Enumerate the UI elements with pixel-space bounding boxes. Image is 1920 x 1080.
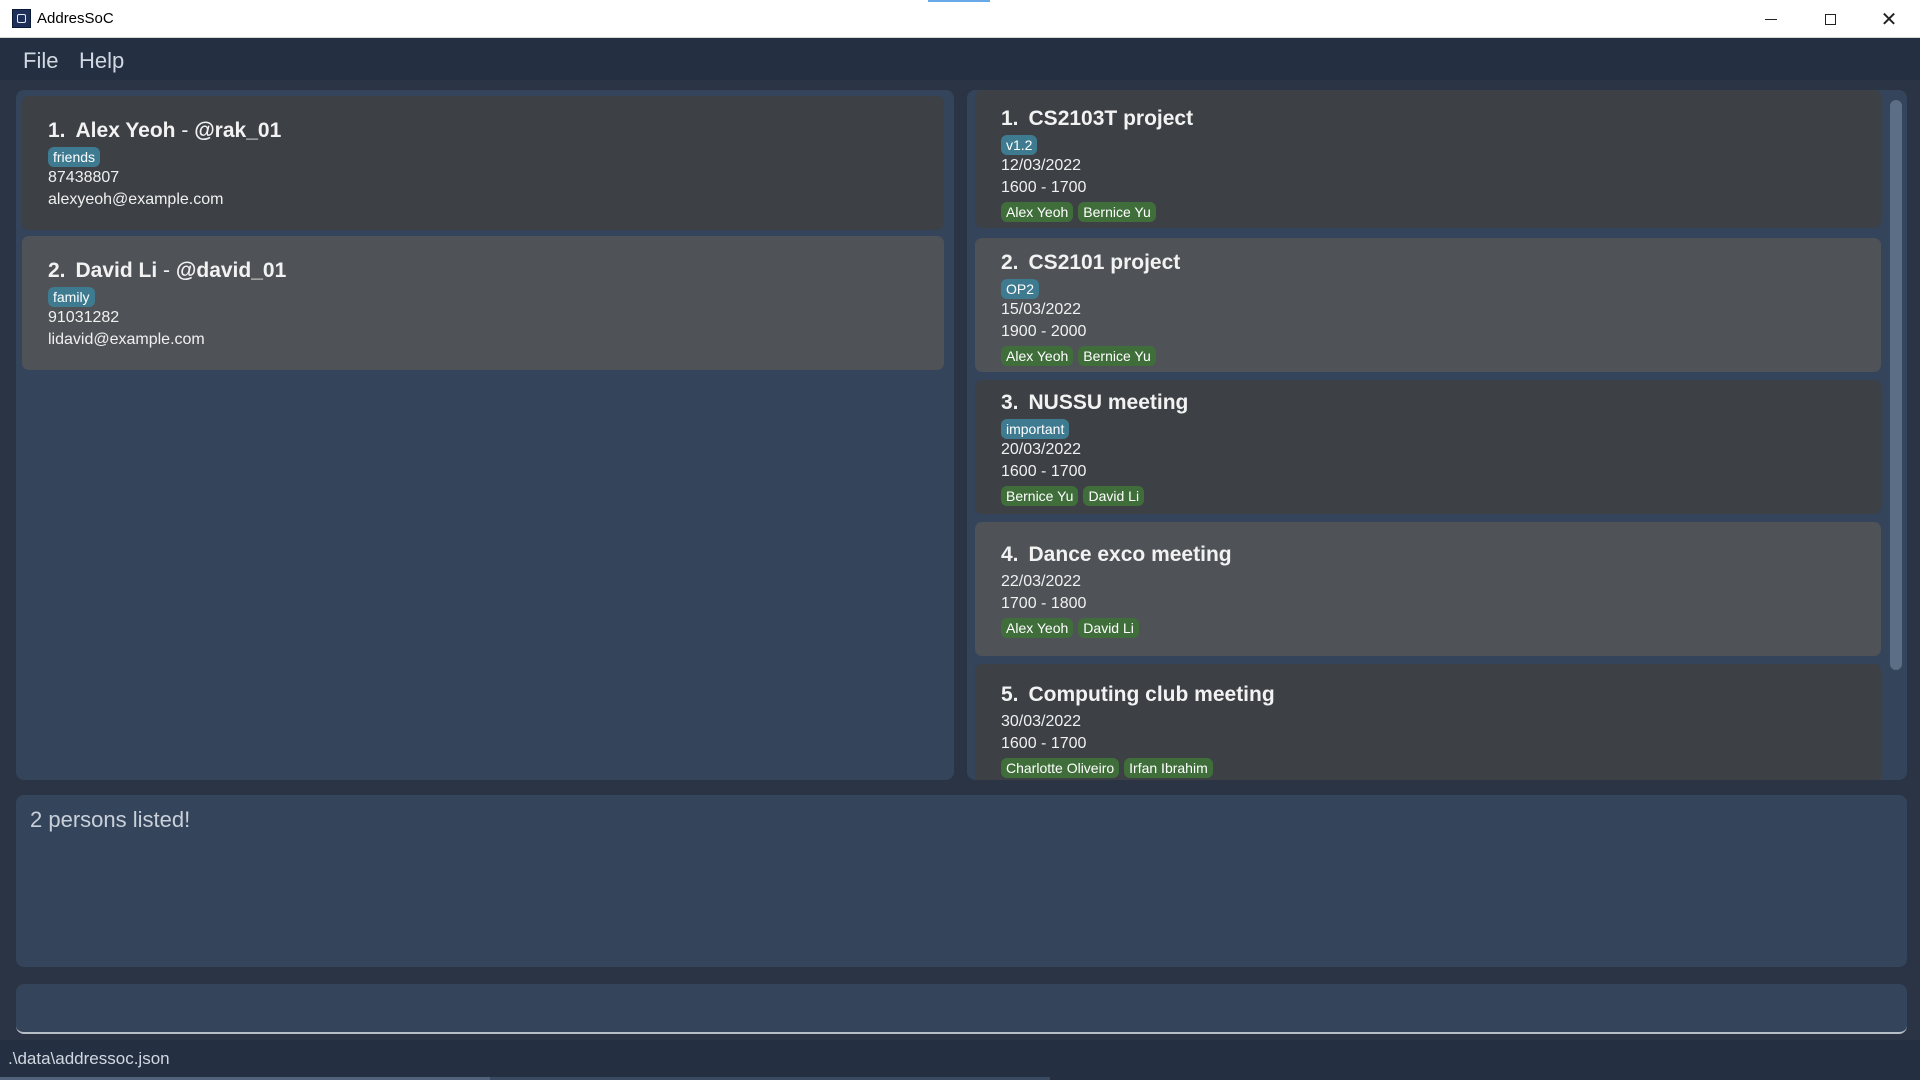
event-date: 20/03/2022 — [1001, 441, 1082, 458]
event-name: Dance exco meeting — [1028, 543, 1232, 566]
event-tag: OP2 — [1001, 279, 1040, 299]
participant-tag: Bernice Yu — [1078, 202, 1156, 222]
person-index: 1. — [48, 119, 66, 142]
participant-tag: David Li — [1083, 486, 1145, 506]
maximize-button[interactable] — [1801, 0, 1859, 38]
minimize-icon — [1765, 18, 1777, 20]
event-time: 1900 - 2000 — [1001, 323, 1087, 340]
event-name: Computing club meeting — [1028, 683, 1275, 706]
person-email: lidavid@example.com — [48, 331, 205, 348]
menu-help[interactable]: Help — [79, 48, 124, 74]
event-index: 4. — [1001, 543, 1019, 566]
event-card[interactable]: 5. Computing club meeting 30/03/2022 1600… — [975, 664, 1881, 780]
status-bar: .\data\addressoc.json — [0, 1040, 1920, 1080]
event-index: 5. — [1001, 683, 1019, 706]
participant-tag: Alex Yeoh — [1001, 618, 1074, 638]
event-tags: v1.2 — [1001, 135, 1855, 155]
person-tags: family — [48, 287, 918, 307]
event-time: 1700 - 1800 — [1001, 595, 1087, 612]
result-text: 2 persons listed! — [30, 807, 191, 832]
participant-tag: Bernice Yu — [1001, 486, 1079, 506]
event-tags: important — [1001, 419, 1855, 439]
person-tags: friends — [48, 147, 918, 167]
result-display: 2 persons listed! — [16, 795, 1907, 967]
command-box[interactable] — [16, 984, 1907, 1034]
event-participants: Alex Yeoh Bernice Yu — [1001, 346, 1855, 366]
participant-tag: Bernice Yu — [1078, 346, 1156, 366]
close-icon: ✕ — [1880, 7, 1898, 31]
menu-file[interactable]: File — [23, 48, 58, 74]
event-card[interactable]: 1. CS2103T project v1.2 12/03/2022 1600 -… — [975, 90, 1881, 228]
event-tag: v1.2 — [1001, 135, 1038, 155]
event-card[interactable]: 3. NUSSU meeting important 20/03/2022 160… — [975, 380, 1881, 514]
event-list-panel[interactable]: 1. CS2103T project v1.2 12/03/2022 1600 -… — [967, 90, 1907, 780]
participant-tag: David Li — [1078, 618, 1139, 638]
person-card-title: 1. Alex Yeoh - @rak_01 — [48, 118, 918, 144]
person-handle: @rak_01 — [194, 119, 282, 142]
event-tags: OP2 — [1001, 279, 1855, 299]
event-card-title: 1. CS2103T project — [1001, 106, 1855, 132]
person-handle: @david_01 — [175, 259, 287, 282]
event-card-title: 2. CS2101 project — [1001, 250, 1855, 276]
maximize-icon — [1824, 13, 1836, 25]
event-card-title: 3. NUSSU meeting — [1001, 390, 1855, 416]
person-name: David Li — [75, 259, 158, 282]
event-date: 22/03/2022 — [1001, 573, 1082, 590]
title-bar: AddresSoC ✕ — [0, 0, 1920, 38]
event-list-scrollbar[interactable] — [1890, 100, 1902, 670]
window-title: AddresSoC — [37, 10, 114, 27]
event-index: 2. — [1001, 251, 1019, 274]
event-participants: Bernice Yu David Li — [1001, 486, 1855, 506]
event-index: 3. — [1001, 391, 1019, 414]
event-date: 12/03/2022 — [1001, 157, 1082, 174]
person-index: 2. — [48, 259, 66, 282]
event-time: 1600 - 1700 — [1001, 735, 1087, 752]
person-phone: 91031282 — [48, 309, 120, 326]
event-date: 15/03/2022 — [1001, 301, 1082, 318]
event-name: CS2103T project — [1028, 107, 1194, 130]
event-date: 30/03/2022 — [1001, 713, 1082, 730]
participant-tag: Alex Yeoh — [1001, 346, 1074, 366]
person-tag: family — [48, 287, 95, 307]
event-card-title: 4. Dance exco meeting — [1001, 542, 1855, 568]
command-input[interactable] — [16, 984, 1907, 1032]
event-participants: Charlotte Oliveiro Irfan Ibrahim — [1001, 758, 1855, 778]
event-time: 1600 - 1700 — [1001, 179, 1087, 196]
event-card[interactable]: 4. Dance exco meeting 22/03/2022 1700 - 1… — [975, 522, 1881, 656]
participant-tag: Alex Yeoh — [1001, 202, 1074, 222]
event-card[interactable]: 2. CS2101 project OP2 15/03/2022 1900 - 2… — [975, 238, 1881, 372]
event-index: 1. — [1001, 107, 1019, 130]
event-card-title: 5. Computing club meeting — [1001, 682, 1855, 708]
title-bar-accent — [928, 0, 990, 2]
person-card[interactable]: 1. Alex Yeoh - @rak_01 friends 87438807 a… — [22, 96, 944, 230]
participant-tag: Charlotte Oliveiro — [1001, 758, 1120, 778]
person-card-title: 2. David Li - @david_01 — [48, 258, 918, 284]
person-email: alexyeoh@example.com — [48, 191, 224, 208]
event-name: NUSSU meeting — [1028, 391, 1189, 414]
person-separator: - — [163, 259, 171, 282]
event-participants: Alex Yeoh David Li — [1001, 618, 1855, 638]
menu-bar: File Help — [0, 38, 1920, 80]
person-separator: - — [181, 119, 189, 142]
participant-tag: Irfan Ibrahim — [1124, 758, 1213, 778]
person-card[interactable]: 2. David Li - @david_01 family 91031282 l… — [22, 236, 944, 370]
save-location: .\data\addressoc.json — [8, 1049, 170, 1068]
event-tag: important — [1001, 419, 1070, 439]
event-participants: Alex Yeoh Bernice Yu — [1001, 202, 1855, 222]
person-name: Alex Yeoh — [75, 119, 176, 142]
minimize-button[interactable] — [1742, 0, 1800, 38]
person-list-panel[interactable]: 1. Alex Yeoh - @rak_01 friends 87438807 a… — [16, 90, 954, 780]
person-tag: friends — [48, 147, 101, 167]
close-button[interactable]: ✕ — [1860, 0, 1918, 38]
event-name: CS2101 project — [1028, 251, 1181, 274]
event-time: 1600 - 1700 — [1001, 463, 1087, 480]
person-phone: 87438807 — [48, 169, 120, 186]
app-icon — [12, 9, 31, 28]
